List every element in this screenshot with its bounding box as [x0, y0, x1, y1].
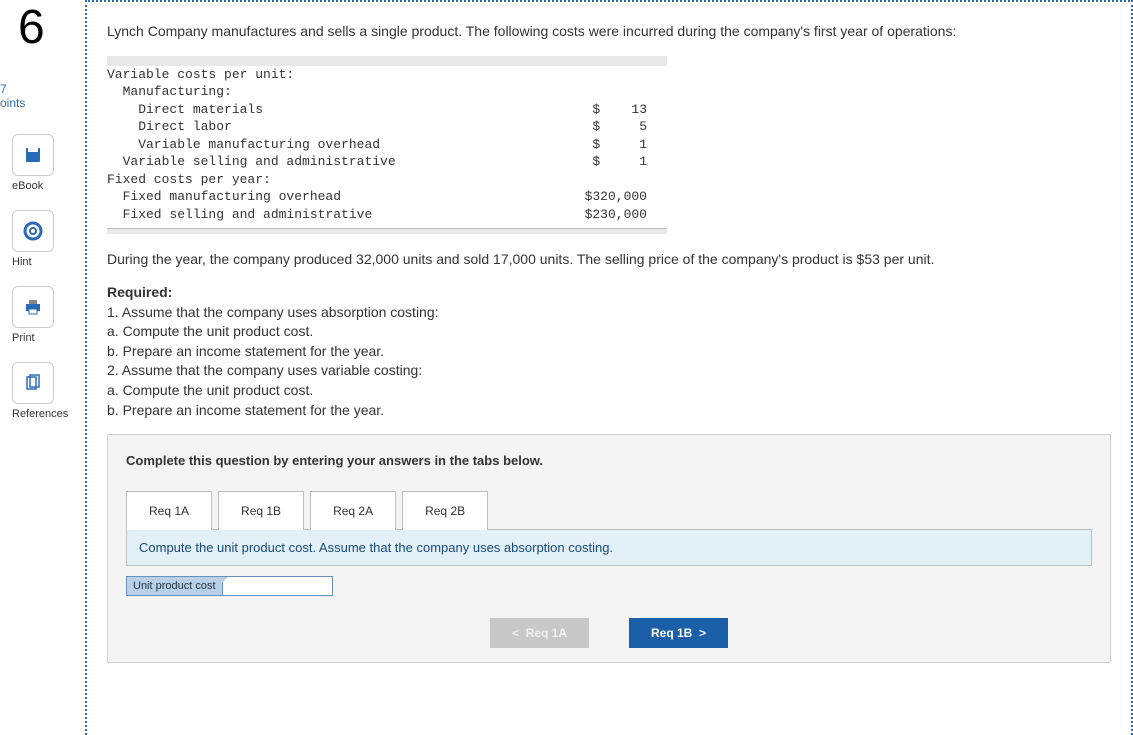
required-heading: Required: — [107, 283, 1111, 303]
next-tab-button[interactable]: Req 1B > — [629, 618, 728, 648]
cost-row: Variable costs per unit: — [107, 66, 667, 84]
cost-amount: $ 13 — [577, 101, 667, 119]
copy-icon — [23, 373, 43, 393]
cost-amount: $ 5 — [577, 118, 667, 136]
cost-row: Variable selling and administrative — [107, 153, 577, 171]
cost-row: Fixed manufacturing overhead — [107, 188, 577, 206]
ebook-button[interactable] — [12, 134, 54, 176]
references-label: References — [12, 408, 85, 420]
cost-row: Fixed selling and administrative — [107, 206, 577, 224]
print-button[interactable] — [12, 286, 54, 328]
prev-label: Req 1A — [526, 626, 567, 640]
answer-tabs: Req 1A Req 1B Req 2A Req 2B — [126, 490, 1092, 529]
printer-icon — [23, 297, 43, 317]
lifebuoy-icon — [23, 221, 43, 241]
hint-button[interactable] — [12, 210, 54, 252]
cost-row: Direct materials — [107, 101, 577, 119]
chevron-right-icon: > — [692, 626, 706, 640]
cost-amount: $ 1 — [577, 136, 667, 154]
answer-panel: Complete this question by entering your … — [107, 434, 1111, 663]
chevron-left-icon: < — [512, 626, 526, 640]
unit-product-cost-label: Unit product cost — [126, 576, 223, 596]
prev-tab-button[interactable]: < Req 1A — [490, 618, 589, 648]
cost-row: Manufacturing: — [107, 83, 667, 101]
tab-req-2b[interactable]: Req 2B — [402, 491, 488, 530]
cost-amount: $230,000 — [577, 206, 667, 224]
question-content: Lynch Company manufactures and sells a s… — [85, 0, 1133, 735]
during-text: During the year, the company produced 32… — [107, 250, 1111, 270]
points-label: 7 oints — [0, 82, 85, 110]
required-line: 1. Assume that the company uses absorpti… — [107, 303, 1111, 323]
required-line: a. Compute the unit product cost. — [107, 322, 1111, 342]
tab-prompt: Compute the unit product cost. Assume th… — [126, 529, 1092, 566]
cost-row: Direct labor — [107, 118, 577, 136]
print-label: Print — [12, 332, 85, 344]
sidebar: 6 7 oints eBook Hint Print References — [0, 0, 85, 735]
required-line: a. Compute the unit product cost. — [107, 381, 1111, 401]
answer-instruction: Complete this question by entering your … — [126, 453, 1092, 468]
cost-amount: $320,000 — [577, 188, 667, 206]
hint-label: Hint — [12, 256, 85, 268]
unit-product-cost-input[interactable] — [223, 576, 333, 596]
references-button[interactable] — [12, 362, 54, 404]
required-line: 2. Assume that the company uses variable… — [107, 361, 1111, 381]
cost-amount: $ 1 — [577, 153, 667, 171]
ebook-label: eBook — [12, 180, 85, 192]
required-line: b. Prepare an income statement for the y… — [107, 342, 1111, 362]
required-line: b. Prepare an income statement for the y… — [107, 401, 1111, 421]
cost-row: Variable manufacturing overhead — [107, 136, 577, 154]
tab-req-2a[interactable]: Req 2A — [310, 491, 396, 530]
book-icon — [23, 145, 43, 165]
tab-req-1b[interactable]: Req 1B — [218, 491, 304, 530]
cost-row: Fixed costs per year: — [107, 171, 667, 189]
intro-text: Lynch Company manufactures and sells a s… — [107, 22, 1111, 42]
question-number: 6 — [0, 4, 85, 52]
tab-req-1a[interactable]: Req 1A — [126, 491, 212, 530]
next-label: Req 1B — [651, 626, 692, 640]
cost-table: Variable costs per unit: Manufacturing: … — [107, 56, 667, 234]
required-block: Required: 1. Assume that the company use… — [107, 283, 1111, 420]
